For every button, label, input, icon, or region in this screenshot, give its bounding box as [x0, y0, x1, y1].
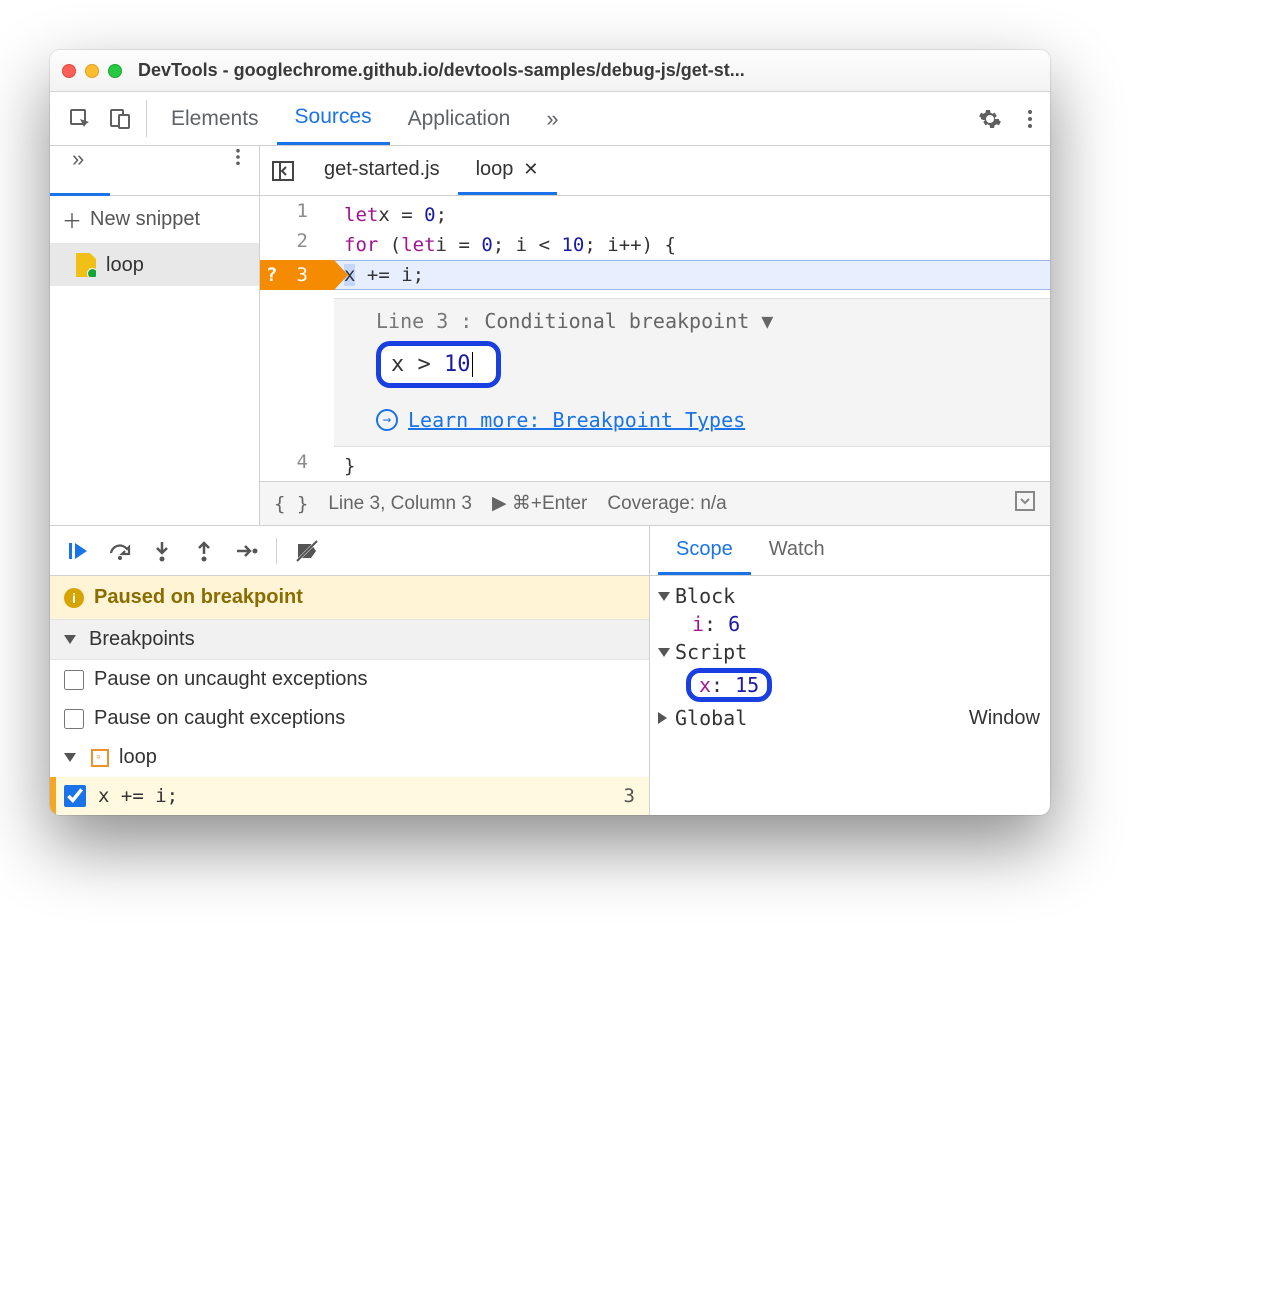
file-tab-label: loop	[476, 158, 514, 181]
new-snippet-button[interactable]: ＋ New snippet	[50, 196, 259, 244]
paused-banner: i Paused on breakpoint	[50, 576, 649, 619]
pause-uncaught-checkbox[interactable]: Pause on uncaught exceptions	[50, 660, 649, 699]
inspect-icon[interactable]	[60, 92, 100, 145]
statusbar-toggle-icon[interactable]	[1014, 490, 1036, 518]
tab-application[interactable]: Application	[390, 92, 529, 145]
tab-elements[interactable]: Elements	[153, 92, 277, 145]
paused-label: Paused on breakpoint	[94, 586, 303, 609]
sources-toolbar: » get-started.js loop ✕	[50, 146, 1050, 196]
chevron-down-icon	[64, 635, 76, 644]
debugger-toolbar	[50, 526, 649, 576]
step-out-button[interactable]	[192, 539, 216, 563]
step-into-button[interactable]	[150, 539, 174, 563]
window-title: DevTools - googlechrome.github.io/devtoo…	[138, 60, 745, 81]
toggle-navigator-icon[interactable]	[260, 146, 306, 195]
chevron-down-icon	[64, 753, 76, 762]
snippet-file-icon	[76, 253, 96, 277]
scope-tree: Block i: 6 Script x: 15 Global Window	[650, 576, 1050, 746]
zoom-window-button[interactable]	[108, 64, 122, 78]
breakpoint-dialog: Line 3 : Conditional breakpoint ▼ x > 10…	[334, 298, 1050, 447]
pause-caught-checkbox[interactable]: Pause on caught exceptions	[50, 699, 649, 738]
device-toggle-icon[interactable]	[100, 92, 140, 145]
file-tab-get-started[interactable]: get-started.js	[306, 146, 458, 195]
code-editor: 1 2 ?3 let x = 0; for (let i = 0; i < 10…	[260, 196, 1050, 525]
run-hint: ▶ ⌘+Enter	[492, 492, 587, 515]
kebab-menu-icon[interactable]	[1010, 92, 1050, 145]
file-tab-loop[interactable]: loop ✕	[458, 146, 557, 195]
breakpoint-lineno: 3	[624, 785, 635, 807]
sources-main: ＋ New snippet loop 1 2 ?3 let x = 0; for…	[50, 196, 1050, 525]
scope-var-i: i: 6	[658, 610, 1040, 638]
navigator-chevron-icon[interactable]: »	[72, 146, 84, 172]
snippet-item-loop[interactable]: loop	[50, 244, 259, 286]
new-snippet-label: New snippet	[90, 208, 200, 231]
resume-button[interactable]	[66, 539, 90, 563]
file-tab-label: get-started.js	[324, 158, 440, 181]
breakpoint-marker-line-3[interactable]: ?3	[260, 260, 334, 290]
arrow-right-circle-icon: →	[376, 409, 398, 431]
scope-tab[interactable]: Scope	[658, 526, 751, 575]
watch-tab[interactable]: Watch	[751, 526, 843, 575]
titlebar: DevTools - googlechrome.github.io/devtoo…	[50, 50, 1050, 92]
coverage-label: Coverage: n/a	[607, 493, 726, 515]
learn-more-link[interactable]: Learn more: Breakpoint Types	[408, 408, 745, 432]
info-icon: i	[64, 588, 84, 608]
pretty-print-icon[interactable]: { }	[274, 493, 308, 515]
script-icon	[91, 749, 109, 767]
step-over-button[interactable]	[108, 539, 132, 563]
debugger-panel: i Paused on breakpoint Breakpoints Pause…	[50, 525, 1050, 815]
tab-sources[interactable]: Sources	[277, 92, 390, 145]
bp-type-dropdown[interactable]: Conditional breakpoint ▼	[484, 309, 773, 333]
traffic-lights	[62, 64, 122, 78]
deactivate-breakpoints-button[interactable]	[295, 539, 319, 563]
navigator-kebab-icon[interactable]	[229, 148, 247, 171]
bp-condition-input[interactable]: x > 10	[376, 341, 501, 388]
scope-tabstrip: Scope Watch	[650, 526, 1050, 576]
code-body[interactable]: let x = 0; for (let i = 0; i < 10; i++) …	[334, 196, 1050, 447]
scope-block[interactable]: Block	[658, 582, 1040, 610]
scope-global[interactable]: Global Window	[658, 704, 1040, 732]
plus-icon: ＋	[62, 205, 82, 234]
minimize-window-button[interactable]	[85, 64, 99, 78]
editor-statusbar: { } Line 3, Column 3 ▶ ⌘+Enter Coverage:…	[260, 481, 1050, 525]
snippet-item-label: loop	[106, 254, 144, 277]
breakpoint-line-row[interactable]: x += i; 3	[50, 777, 649, 815]
more-tabs-chevron-icon[interactable]: »	[528, 92, 576, 145]
breakpoint-file-row[interactable]: loop	[50, 738, 649, 777]
scope-global-value: Window	[969, 707, 1040, 730]
settings-gear-icon[interactable]	[970, 92, 1010, 145]
breakpoints-header[interactable]: Breakpoints	[50, 619, 649, 660]
bp-line-label: Line 3 :	[376, 309, 472, 333]
step-button[interactable]	[234, 539, 258, 563]
line-gutter[interactable]: 1 2 ?3	[260, 196, 334, 447]
breakpoint-file-label: loop	[119, 746, 157, 769]
breakpoint-enabled-checkbox[interactable]	[64, 785, 86, 807]
close-window-button[interactable]	[62, 64, 76, 78]
close-tab-icon[interactable]: ✕	[523, 159, 538, 180]
scope-script[interactable]: Script	[658, 638, 1040, 666]
devtools-window: DevTools - googlechrome.github.io/devtoo…	[50, 50, 1050, 815]
cursor-position: Line 3, Column 3	[328, 493, 472, 515]
snippets-sidebar: ＋ New snippet loop	[50, 196, 260, 525]
breakpoint-code: x += i;	[98, 785, 178, 807]
breakpoints-title: Breakpoints	[89, 628, 195, 651]
scope-var-x: x: 15	[658, 666, 1040, 704]
panel-tabstrip: Elements Sources Application »	[50, 92, 1050, 146]
